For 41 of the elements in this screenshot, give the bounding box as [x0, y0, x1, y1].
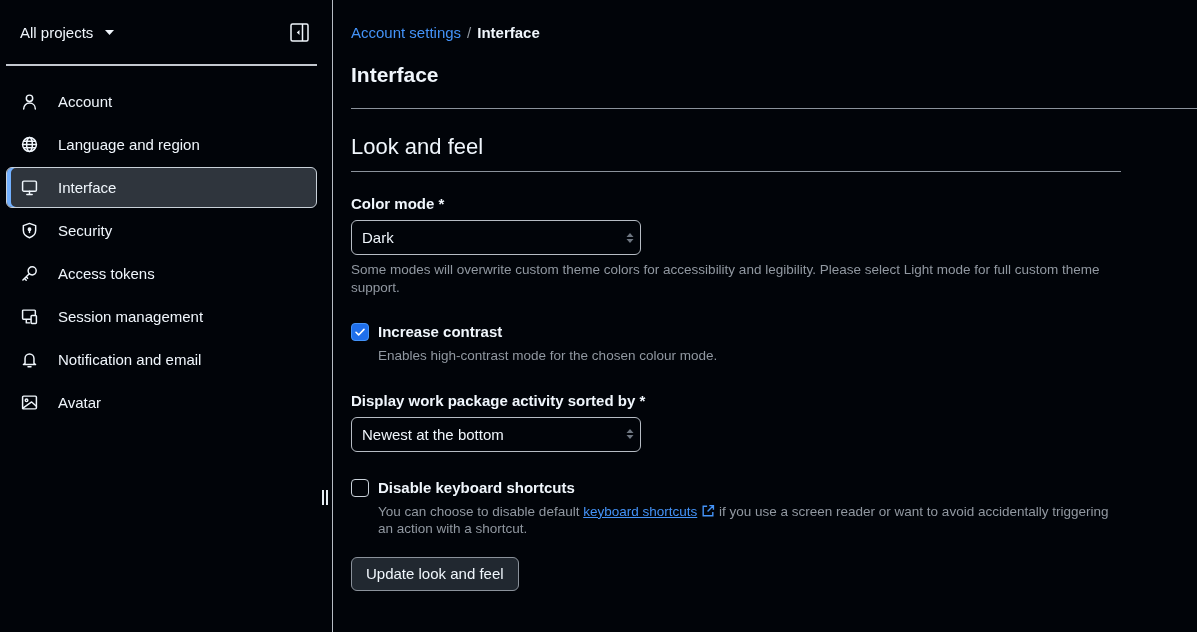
sidebar-item[interactable]: Account — [6, 81, 317, 122]
sort-caret-icon — [626, 231, 634, 244]
monitor-icon — [21, 179, 38, 196]
key-icon — [21, 265, 38, 282]
section-title: Look and feel — [351, 133, 485, 161]
checkbox[interactable] — [351, 323, 369, 341]
sidebar-item[interactable]: Access tokens — [6, 253, 317, 294]
sidebar-item[interactable]: Interface — [6, 167, 317, 208]
field-label: Color mode * — [351, 195, 446, 213]
checkbox[interactable] — [351, 478, 369, 497]
sidebar-item[interactable]: Session management — [6, 296, 317, 337]
project-selector[interactable]: All projects — [20, 23, 115, 41]
field-caption: Enables high-contrast mode for the chosen colour mode. — [378, 347, 719, 365]
breadcrumb-separator: / — [467, 23, 472, 41]
sidebar-item[interactable]: Avatar — [6, 382, 317, 423]
sort-caret-icon — [626, 428, 634, 440]
resize-handle[interactable] — [322, 490, 328, 505]
sidebar-item[interactable]: Language and region — [6, 124, 317, 165]
external-link-icon — [701, 503, 716, 518]
checkbox-label: Increase contrast — [378, 323, 503, 341]
breadcrumb-link[interactable]: Account settings — [351, 23, 462, 41]
image-icon — [21, 394, 38, 411]
devices-icon — [21, 308, 38, 325]
caret-icon — [105, 29, 115, 35]
select-field[interactable]: Newest at the bottom — [351, 416, 641, 452]
field-label: Display work package activity sorted by * — [351, 391, 647, 410]
sidebar-item[interactable]: Security — [6, 210, 317, 251]
update-button[interactable]: Update look and feel — [351, 556, 519, 591]
link[interactable]: keyboard shortcuts — [583, 503, 698, 519]
field-caption: You can choose to disable default keyboard shortcuts if you use a screen reader or want to avoid accidentally triggering an action with a shortcut. — [378, 502, 1110, 538]
select-field[interactable]: Dark — [351, 220, 641, 255]
sidebar-item[interactable]: Notification and email — [6, 339, 317, 380]
person-icon — [21, 93, 38, 110]
page-title: Interface — [351, 64, 440, 86]
shield-icon — [21, 222, 38, 239]
globe-icon — [21, 136, 38, 153]
bell-icon — [21, 351, 38, 368]
checkbox-label: Disable keyboard shortcuts — [378, 478, 575, 497]
breadcrumb-current: Interface — [477, 23, 540, 41]
sidebar-toggle-icon[interactable] — [290, 22, 309, 42]
field-caption: Some modes will overwrite custom theme colors for accessibility and legibility. Please select Light mode for full custom theme support. — [351, 261, 1101, 296]
